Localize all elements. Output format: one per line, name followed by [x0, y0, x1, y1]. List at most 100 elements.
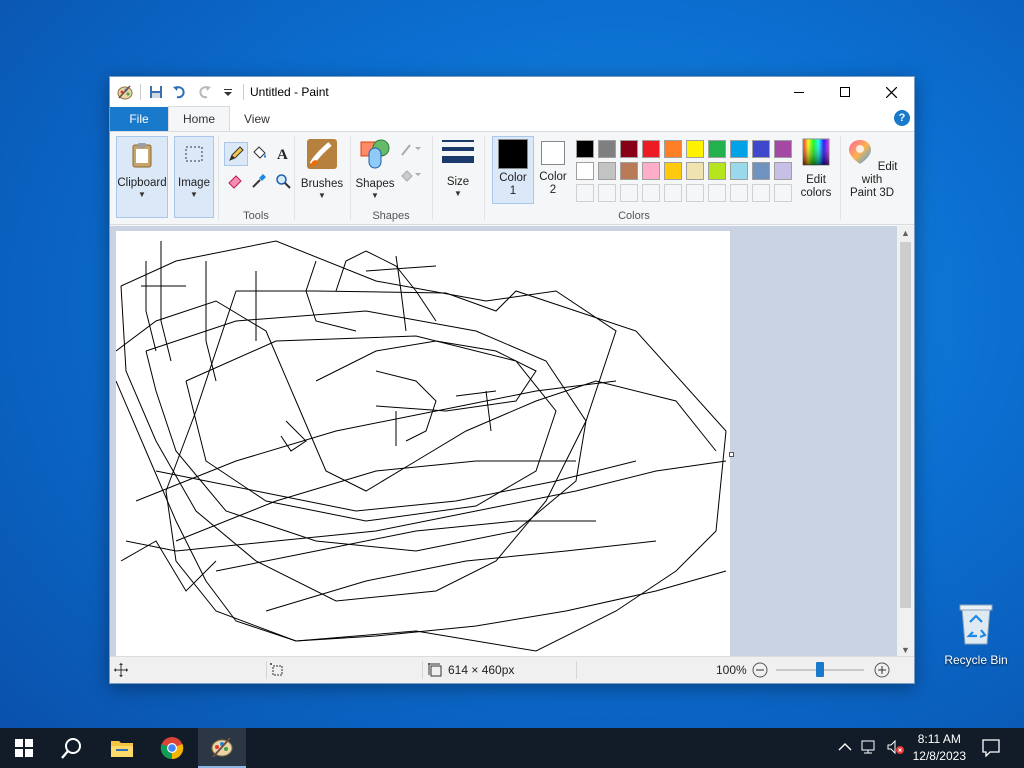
palette-custom-swatch[interactable] — [576, 184, 594, 202]
search-button[interactable] — [48, 728, 96, 768]
volume-muted-icon[interactable] — [886, 739, 904, 758]
palette-color-swatch[interactable] — [598, 162, 616, 180]
tab-view[interactable]: View — [230, 107, 284, 131]
drawn-stroke — [365, 265, 437, 272]
palette-color-swatch[interactable] — [598, 140, 616, 158]
tab-home[interactable]: Home — [168, 106, 231, 131]
zoom-in-button[interactable] — [874, 657, 890, 683]
palette-custom-swatch[interactable] — [642, 184, 660, 202]
palette-color-swatch[interactable] — [774, 162, 792, 180]
qat-separator — [140, 84, 141, 100]
palette-color-swatch[interactable] — [642, 140, 660, 158]
palette-color-swatch[interactable] — [708, 140, 726, 158]
canvas-size-label: 614 × 460px — [448, 663, 515, 677]
palette-custom-swatch[interactable] — [774, 184, 792, 202]
palette-color-swatch[interactable] — [730, 162, 748, 180]
magnifier-button[interactable] — [272, 170, 294, 192]
outline-button[interactable] — [398, 138, 424, 160]
palette-custom-swatch[interactable] — [664, 184, 682, 202]
scroll-up-icon[interactable]: ▲ — [897, 228, 914, 238]
color-picker-button[interactable] — [248, 170, 270, 192]
clipboard-button[interactable]: Clipboard ▼ — [116, 136, 168, 218]
pencil-icon — [229, 146, 244, 161]
close-button[interactable] — [868, 77, 914, 107]
customize-qat-icon[interactable] — [219, 83, 237, 101]
ribbon-tabs: File Home View ? — [110, 106, 914, 132]
colors-group: Color 1 Color 2 Colors — [484, 132, 792, 224]
palette-color-swatch[interactable] — [686, 140, 704, 158]
tools-group: A Tools — [218, 132, 294, 224]
paint-app-icon[interactable] — [116, 83, 134, 101]
color1-button[interactable]: Color 1 — [492, 136, 534, 204]
eraser-button[interactable] — [224, 170, 246, 192]
tab-file[interactable]: File — [110, 107, 168, 131]
palette-custom-swatch[interactable] — [686, 184, 704, 202]
zoom-slider-thumb[interactable] — [816, 662, 824, 677]
system-tray — [838, 728, 904, 768]
palette-color-swatch[interactable] — [620, 140, 638, 158]
vertical-scrollbar[interactable]: ▲ ▼ — [897, 226, 914, 657]
network-icon[interactable] — [860, 739, 878, 758]
fill-button[interactable] — [248, 142, 270, 164]
palette-color-swatch[interactable] — [708, 162, 726, 180]
palette-color-swatch[interactable] — [642, 162, 660, 180]
palette-color-swatch[interactable] — [576, 162, 594, 180]
brushes-button[interactable]: Brushes ▼ — [298, 136, 346, 216]
redo-icon[interactable] — [195, 83, 213, 101]
pencil-button[interactable] — [224, 142, 248, 166]
shapes-button[interactable]: Shapes ▼ — [354, 136, 396, 202]
drawn-stroke — [395, 255, 407, 332]
help-icon[interactable]: ? — [894, 110, 910, 126]
palette-color-swatch[interactable] — [664, 162, 682, 180]
shapes-icon — [360, 139, 390, 169]
palette-color-swatch[interactable] — [620, 162, 638, 180]
color2-swatch — [541, 141, 565, 165]
palette-color-swatch[interactable] — [730, 140, 748, 158]
chrome-button[interactable] — [148, 728, 196, 768]
minimize-button[interactable] — [776, 77, 822, 107]
canvas-workspace[interactable] — [110, 226, 897, 657]
canvas-resize-handle[interactable] — [729, 452, 734, 457]
chevron-up-icon[interactable] — [838, 741, 852, 755]
start-button[interactable] — [0, 728, 48, 768]
status-separator — [576, 661, 577, 679]
scroll-down-icon[interactable]: ▼ — [897, 645, 914, 655]
palette-custom-swatch[interactable] — [708, 184, 726, 202]
zoom-out-button[interactable] — [752, 657, 768, 683]
palette-custom-swatch[interactable] — [752, 184, 770, 202]
shapes-group-label: Shapes — [372, 210, 410, 222]
palette-color-swatch[interactable] — [664, 140, 682, 158]
taskbar-clock[interactable]: 8:11 AM 12/8/2023 — [913, 731, 966, 765]
size-button[interactable]: Size ▼ — [438, 136, 478, 216]
palette-custom-swatch[interactable] — [730, 184, 748, 202]
recycle-bin-desktop-icon[interactable]: Recycle Bin — [940, 600, 1012, 667]
palette-color-swatch[interactable] — [774, 140, 792, 158]
zoom-out-icon — [752, 662, 768, 678]
drawing-canvas[interactable] — [115, 231, 730, 657]
palette-custom-swatch[interactable] — [620, 184, 638, 202]
image-button[interactable]: Image ▼ — [174, 136, 214, 218]
fill-shape-button[interactable] — [398, 164, 424, 186]
ribbon: Clipboard ▼ Image ▼ A Tools Brushes ▼ Sh… — [110, 132, 914, 225]
zoom-slider[interactable] — [776, 657, 864, 683]
palette-color-swatch[interactable] — [752, 140, 770, 158]
maximize-button[interactable] — [822, 77, 868, 107]
palette-color-swatch[interactable] — [576, 140, 594, 158]
title-bar[interactable]: Untitled - Paint — [110, 77, 914, 107]
file-explorer-button[interactable] — [98, 728, 146, 768]
palette-custom-swatch[interactable] — [598, 184, 616, 202]
undo-icon[interactable] — [171, 83, 189, 101]
edit-colors-button[interactable]: Edit colors — [796, 136, 836, 202]
paint-taskbar-button[interactable] — [198, 728, 246, 768]
palette-color-swatch[interactable] — [752, 162, 770, 180]
drawn-stroke — [375, 370, 437, 442]
color2-button[interactable]: Color 2 — [534, 136, 572, 202]
text-button[interactable]: A — [272, 142, 294, 164]
save-icon[interactable] — [147, 83, 165, 101]
notifications-button[interactable] — [968, 728, 1014, 768]
cursor-position — [114, 657, 128, 683]
drawn-stroke — [305, 260, 357, 332]
palette-color-swatch[interactable] — [686, 162, 704, 180]
edit-with-paint3d-button[interactable]: Edit with Paint 3D — [844, 136, 900, 202]
scrollbar-thumb[interactable] — [900, 242, 911, 608]
